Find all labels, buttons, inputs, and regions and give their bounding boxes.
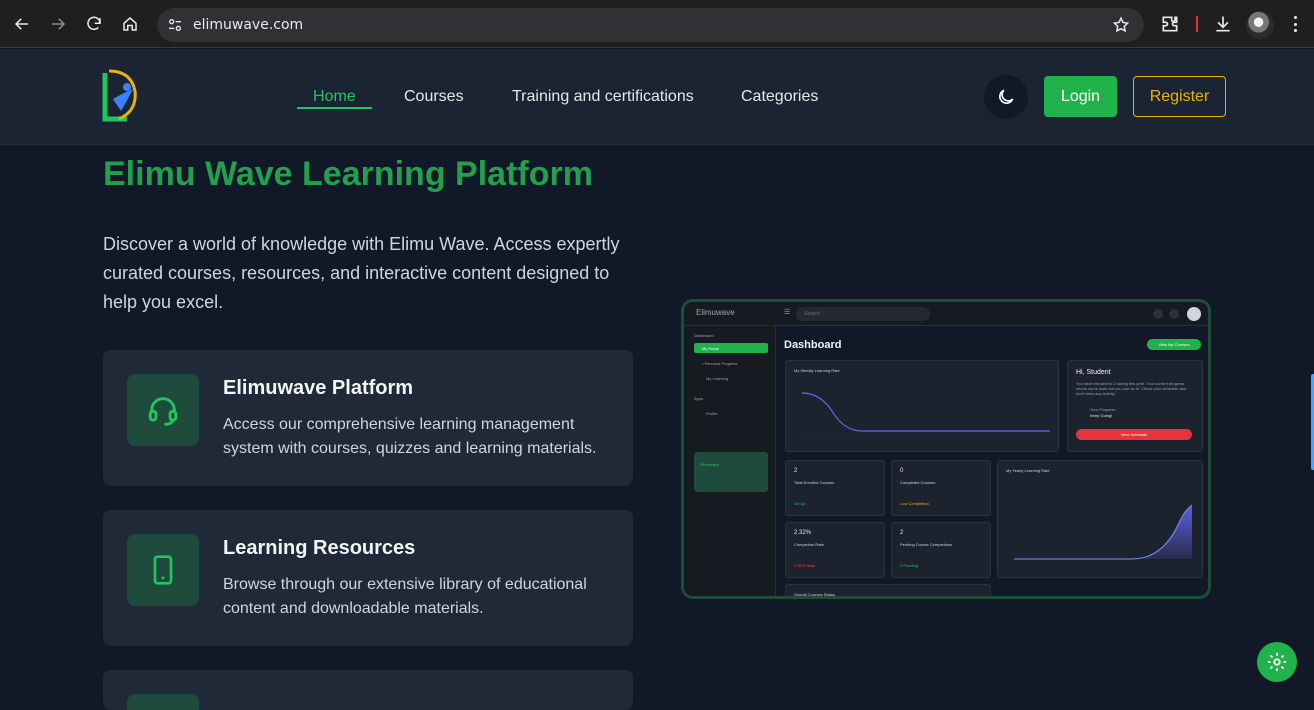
- back-icon[interactable]: [10, 12, 34, 36]
- stat-label: Completed Courses: [900, 480, 936, 485]
- feature-title: Elimuwave Platform: [223, 377, 414, 399]
- preview-weekly-line: [801, 392, 1050, 438]
- stat-foot: Low Completion: [900, 501, 929, 506]
- feature-icon-box: [127, 534, 199, 606]
- preview-theme-icon: [1153, 309, 1163, 319]
- feature-icon-box: [127, 374, 199, 446]
- browser-menu-icon[interactable]: [1289, 14, 1301, 34]
- stat-foot: On Up: [794, 501, 806, 506]
- tablet-icon: [153, 555, 173, 585]
- theme-toggle-button[interactable]: [984, 75, 1028, 119]
- preview-progress-value: Keep Going!: [1090, 413, 1113, 418]
- preview-section-label: Dashboard: [694, 333, 714, 338]
- feature-title: Learning Resources: [223, 537, 416, 559]
- feature-card[interactable]: Elimuwave Platform Access our comprehens…: [103, 350, 633, 486]
- preview-promo: Elimuwave: [694, 452, 768, 492]
- feature-card[interactable]: [103, 670, 633, 710]
- preview-student-text: You have enrolled to 2 during this year.…: [1076, 381, 1187, 396]
- stat-value: 2.32%: [794, 530, 812, 536]
- dashboard-preview-image: Elimuwave ☰ Search Dashboard My Home • P…: [681, 299, 1211, 599]
- preview-progress-label: Your Progress: [1090, 407, 1116, 412]
- preview-chart-title: My Weekly Learning Rate: [794, 368, 840, 373]
- stat-label: Completion Rate: [794, 542, 824, 547]
- moon-icon: [999, 89, 1014, 104]
- feature-description: Browse through our extensive library of …: [223, 576, 587, 617]
- reload-icon[interactable]: [82, 12, 106, 36]
- preview-stat-card: 2.32% Completion Rate 2.32% Rate: [785, 522, 885, 578]
- browser-toolbar: elimuwave.com: [0, 0, 1314, 48]
- feature-description: Access our comprehensive learning manage…: [223, 416, 597, 457]
- stat-value: 0: [900, 468, 904, 474]
- feature-card[interactable]: Learning Resources Browse through our ex…: [103, 510, 633, 646]
- stat-label: Total Enrolled Courses: [794, 480, 835, 485]
- preview-search: Search: [796, 307, 930, 321]
- nav-courses[interactable]: Courses: [404, 88, 464, 106]
- preview-chart-title: My Yearly Learning Rate: [1006, 468, 1050, 473]
- preview-greeting: Hi, Student: [1076, 369, 1111, 376]
- profile-avatar[interactable]: [1246, 11, 1274, 39]
- preview-student-card: Hi, Student You have enrolled to 2 durin…: [1067, 360, 1203, 452]
- stat-value: 2: [900, 530, 904, 536]
- home-icon[interactable]: [118, 12, 142, 36]
- preview-sidebar: Dashboard My Home • Personal Progress My…: [684, 326, 776, 596]
- preview-profile-item: Profile: [706, 411, 718, 416]
- preview-stat-card: 2 Pending Course Completions 2 Pending: [891, 522, 991, 578]
- stat-foot: 2 Pending: [900, 563, 919, 568]
- preview-schedule-button: View Schedule: [1076, 429, 1192, 440]
- forward-icon[interactable]: [46, 12, 70, 36]
- nav-training[interactable]: Training and certifications: [512, 88, 694, 106]
- preview-weekly-chart: My Weekly Learning Rate: [785, 360, 1059, 452]
- active-nav-underline: [297, 107, 372, 109]
- preview-learning-item: My Learning: [706, 376, 729, 381]
- extensions-icon[interactable]: [1160, 14, 1180, 34]
- preview-settings-icon: [1169, 309, 1179, 319]
- preview-view-courses: View My Courses: [1147, 339, 1201, 350]
- settings-fab-button[interactable]: [1257, 642, 1297, 682]
- preview-topbar: Elimuwave ☰ Search: [684, 302, 1208, 326]
- bookmark-star-icon[interactable]: [1112, 16, 1130, 34]
- stat-foot: 2.32% Rate: [794, 563, 815, 568]
- nav-categories[interactable]: Categories: [741, 88, 818, 106]
- preview-section-label: Apps: [694, 396, 704, 401]
- preview-bottom-panel: Overall Courses Status: [785, 584, 991, 597]
- download-icon[interactable]: [1213, 14, 1233, 34]
- separator: [1196, 16, 1198, 32]
- stat-value: 2: [794, 468, 798, 474]
- preview-avatar: [1187, 307, 1201, 321]
- preview-yearly-area: [1014, 504, 1193, 560]
- preview-sub-item: • Personal Progress: [702, 361, 738, 366]
- address-bar[interactable]: elimuwave.com: [157, 8, 1144, 42]
- nav-home[interactable]: Home: [313, 88, 356, 106]
- site-info-icon[interactable]: [167, 17, 183, 33]
- preview-home-item: My Home: [694, 343, 768, 353]
- preview-stat-card: 2 Total Enrolled Courses On Up: [785, 460, 885, 516]
- headset-icon: [148, 397, 178, 426]
- feature-icon-box: [127, 694, 199, 710]
- hero-title: Elimu Wave Learning Platform: [103, 155, 593, 193]
- preview-logo: Elimuwave: [696, 308, 735, 317]
- login-button[interactable]: Login: [1044, 76, 1117, 117]
- url-text[interactable]: elimuwave.com: [193, 17, 303, 33]
- hero-description: Discover a world of knowledge with Elimu…: [103, 234, 620, 312]
- register-button[interactable]: Register: [1133, 76, 1226, 117]
- preview-menu-icon: ☰: [784, 309, 791, 316]
- preview-stat-card: 0 Completed Courses Low Completion: [891, 460, 991, 516]
- stat-label: Pending Course Completions: [900, 542, 953, 547]
- preview-yearly-chart: My Yearly Learning Rate: [997, 460, 1203, 578]
- preview-bottom-title: Overall Courses Status: [794, 592, 836, 597]
- gear-icon: [1267, 652, 1287, 672]
- preview-title: Dashboard: [784, 339, 842, 351]
- elimuwave-logo[interactable]: [97, 67, 141, 127]
